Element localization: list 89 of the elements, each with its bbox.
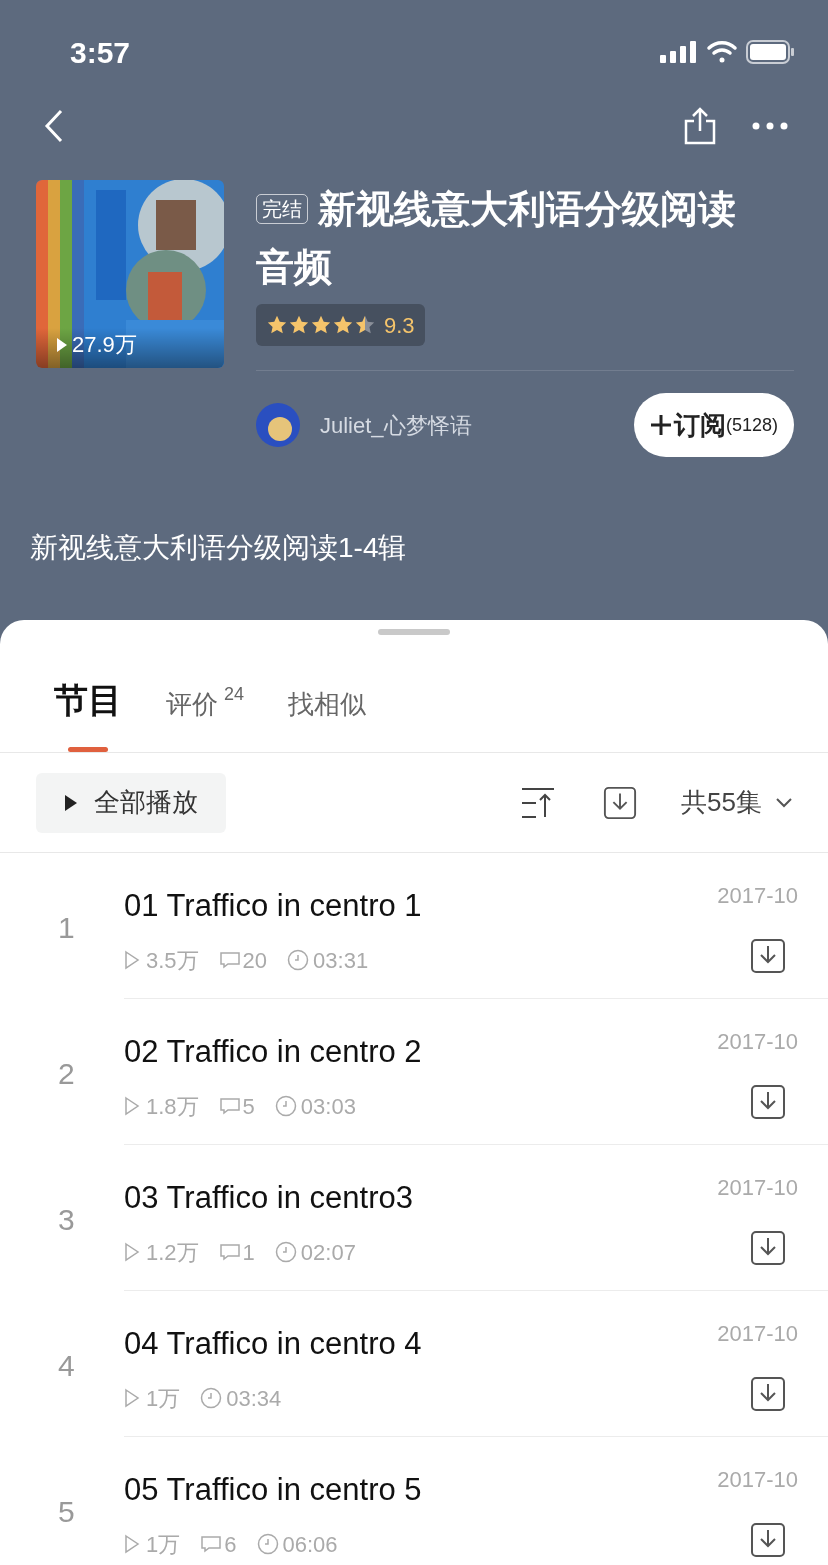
comment-icon bbox=[218, 1097, 241, 1115]
episode-title: 05 Traffico in centro 5 bbox=[124, 1471, 423, 1509]
plus-icon bbox=[649, 414, 672, 436]
play-outline-icon bbox=[124, 950, 140, 970]
share-icon bbox=[682, 107, 718, 145]
download-icon[interactable] bbox=[750, 1230, 786, 1266]
comment-count: 20 bbox=[242, 946, 268, 975]
tab[interactable]: 评价 24 bbox=[166, 685, 245, 752]
episode-date: 2017-10 bbox=[717, 1466, 798, 1494]
episode-index: 1 bbox=[57, 910, 76, 946]
play-count: 27.9万 bbox=[72, 334, 137, 356]
clock-icon bbox=[274, 1241, 297, 1263]
episode-date: 2017-10 bbox=[717, 882, 798, 910]
play-outline-icon bbox=[124, 1096, 140, 1116]
episode-row[interactable]: 2 02 Traffico in centro 2 1.8万 5 03:03 2017-10 bbox=[0, 999, 828, 1145]
episode-row[interactable]: 3 03 Traffico in centro3 1.2万 1 02:07 2017-10 bbox=[0, 1145, 828, 1291]
episode-date: 2017-10 bbox=[717, 1174, 798, 1202]
sort-button[interactable] bbox=[521, 786, 556, 819]
download-icon[interactable] bbox=[750, 938, 786, 974]
episode-title: 01 Traffico in centro 1 bbox=[124, 887, 423, 925]
clock-icon bbox=[256, 1533, 279, 1555]
comment-icon bbox=[218, 951, 241, 969]
episode-index: 4 bbox=[57, 1348, 76, 1384]
play-count: 1万 bbox=[146, 1384, 181, 1413]
episode-title: 02 Traffico in centro 2 bbox=[124, 1033, 423, 1071]
episode-index: 2 bbox=[57, 1056, 76, 1092]
play-icon bbox=[56, 337, 68, 353]
clock-icon bbox=[200, 1387, 223, 1409]
episode-row[interactable]: 5 05 Traffico in centro 5 1万 6 06:06 2017-10 bbox=[0, 1437, 828, 1565]
episode-index: 3 bbox=[57, 1202, 76, 1238]
episode-duration: 03:31 bbox=[313, 946, 369, 975]
play-all-button[interactable]: 全部播放 bbox=[36, 772, 226, 833]
status-time: 3:57 bbox=[70, 35, 131, 71]
episode-index: 5 bbox=[57, 1494, 76, 1530]
star-icon bbox=[266, 314, 288, 336]
play-icon bbox=[64, 793, 78, 812]
episode-date: 2017-10 bbox=[717, 1028, 798, 1056]
tab-indicator bbox=[68, 747, 108, 752]
album-cover[interactable]: 27.9万 bbox=[36, 180, 224, 368]
clock-icon bbox=[287, 949, 310, 971]
episode-duration: 03:34 bbox=[226, 1384, 282, 1413]
play-count: 1万 bbox=[146, 1530, 181, 1559]
star-icon bbox=[332, 314, 354, 336]
episode-duration: 06:06 bbox=[282, 1530, 338, 1559]
play-count: 3.5万 bbox=[146, 946, 199, 975]
signal-icon bbox=[660, 41, 698, 63]
rating-score: 9.3 bbox=[384, 311, 415, 340]
chevron-down-icon bbox=[776, 797, 792, 808]
back-icon bbox=[44, 109, 64, 143]
play-count: 1.8万 bbox=[146, 1092, 199, 1121]
drag-handle[interactable] bbox=[378, 629, 450, 635]
status-tag: 完结 bbox=[256, 194, 308, 224]
clock-icon bbox=[274, 1095, 297, 1117]
episode-row[interactable]: 1 01 Traffico in centro 1 3.5万 20 03:31 2017-10 bbox=[0, 853, 828, 999]
episode-title: 03 Traffico in centro3 bbox=[124, 1179, 414, 1217]
download-icon[interactable] bbox=[750, 1522, 786, 1558]
wifi-icon bbox=[706, 40, 738, 64]
star-icon bbox=[288, 314, 310, 336]
album-description: 新视线意大利语分级阅读1-4辑 bbox=[29, 531, 408, 565]
episode-title: 04 Traffico in centro 4 bbox=[124, 1325, 423, 1363]
play-count: 1.2万 bbox=[146, 1238, 199, 1267]
episode-count-dropdown[interactable]: 共55集 bbox=[681, 783, 792, 822]
share-button[interactable] bbox=[682, 107, 718, 145]
author-name[interactable]: Juliet_心梦怿语 bbox=[320, 408, 472, 442]
play-outline-icon bbox=[124, 1388, 140, 1408]
tab[interactable]: 节目 bbox=[54, 675, 122, 752]
play-outline-icon bbox=[124, 1534, 140, 1554]
album-title: 完结 新视线意大利语分级阅读音频 bbox=[256, 187, 737, 290]
episode-duration: 02:07 bbox=[300, 1238, 356, 1267]
episode-row[interactable]: 4 04 Traffico in centro 4 1万 03:34 2017-10 bbox=[0, 1291, 828, 1437]
tab[interactable]: 找相似 bbox=[288, 685, 367, 752]
comment-count: 6 bbox=[224, 1530, 237, 1559]
download-icon[interactable] bbox=[750, 1084, 786, 1120]
battery-icon bbox=[746, 40, 796, 64]
comment-count: 5 bbox=[242, 1092, 255, 1121]
star-icon bbox=[354, 314, 376, 336]
episode-duration: 03:03 bbox=[300, 1092, 356, 1121]
play-outline-icon bbox=[124, 1242, 140, 1262]
comment-icon bbox=[218, 1243, 241, 1261]
more-icon bbox=[752, 122, 788, 130]
author-avatar[interactable] bbox=[256, 403, 300, 447]
episode-date: 2017-10 bbox=[717, 1320, 798, 1348]
sort-icon bbox=[521, 786, 556, 819]
download-icon[interactable] bbox=[750, 1376, 786, 1412]
star-icon bbox=[310, 314, 332, 336]
comment-icon bbox=[200, 1535, 223, 1553]
subscribe-button[interactable]: 订阅(5128) bbox=[633, 393, 794, 457]
comment-count: 1 bbox=[242, 1238, 255, 1267]
download-icon[interactable] bbox=[603, 785, 638, 820]
